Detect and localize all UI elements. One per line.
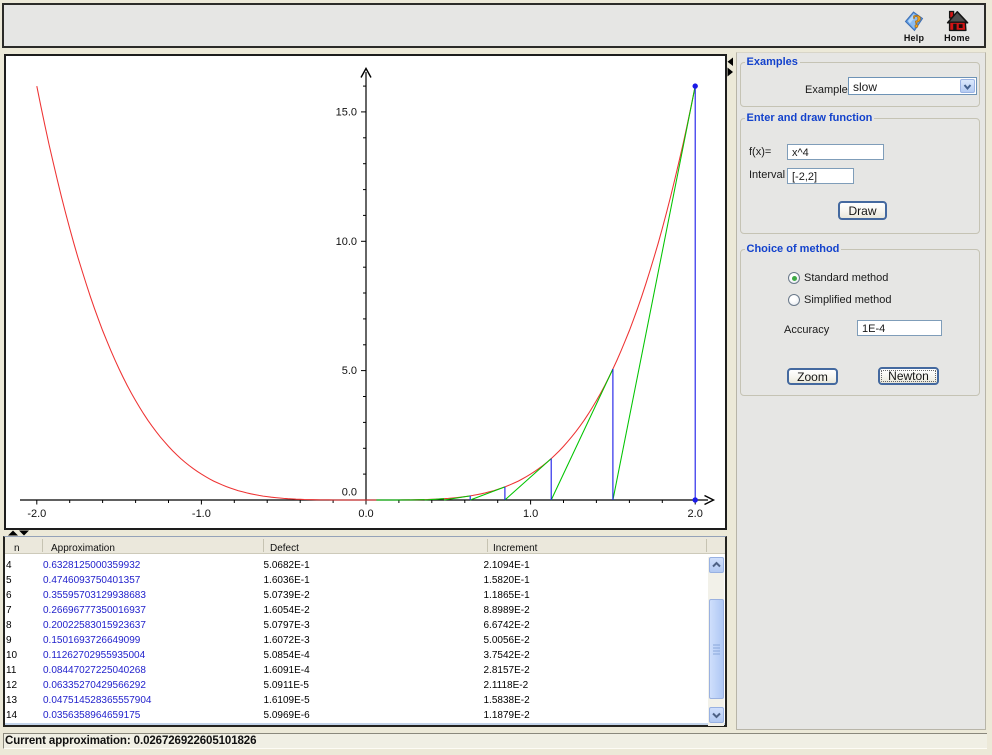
svg-text:5.0: 5.0 [342, 365, 357, 377]
svg-text:2.0: 2.0 [688, 508, 703, 520]
svg-text:15.0: 15.0 [336, 106, 357, 118]
svg-text:-2.0: -2.0 [27, 508, 46, 520]
svg-text:?: ? [913, 12, 922, 32]
svg-text:0.0: 0.0 [358, 508, 373, 520]
svg-text:10.0: 10.0 [336, 236, 357, 248]
svg-text:1.0: 1.0 [523, 508, 538, 520]
svg-text:0.0: 0.0 [342, 487, 357, 499]
svg-text:-1.0: -1.0 [192, 508, 211, 520]
